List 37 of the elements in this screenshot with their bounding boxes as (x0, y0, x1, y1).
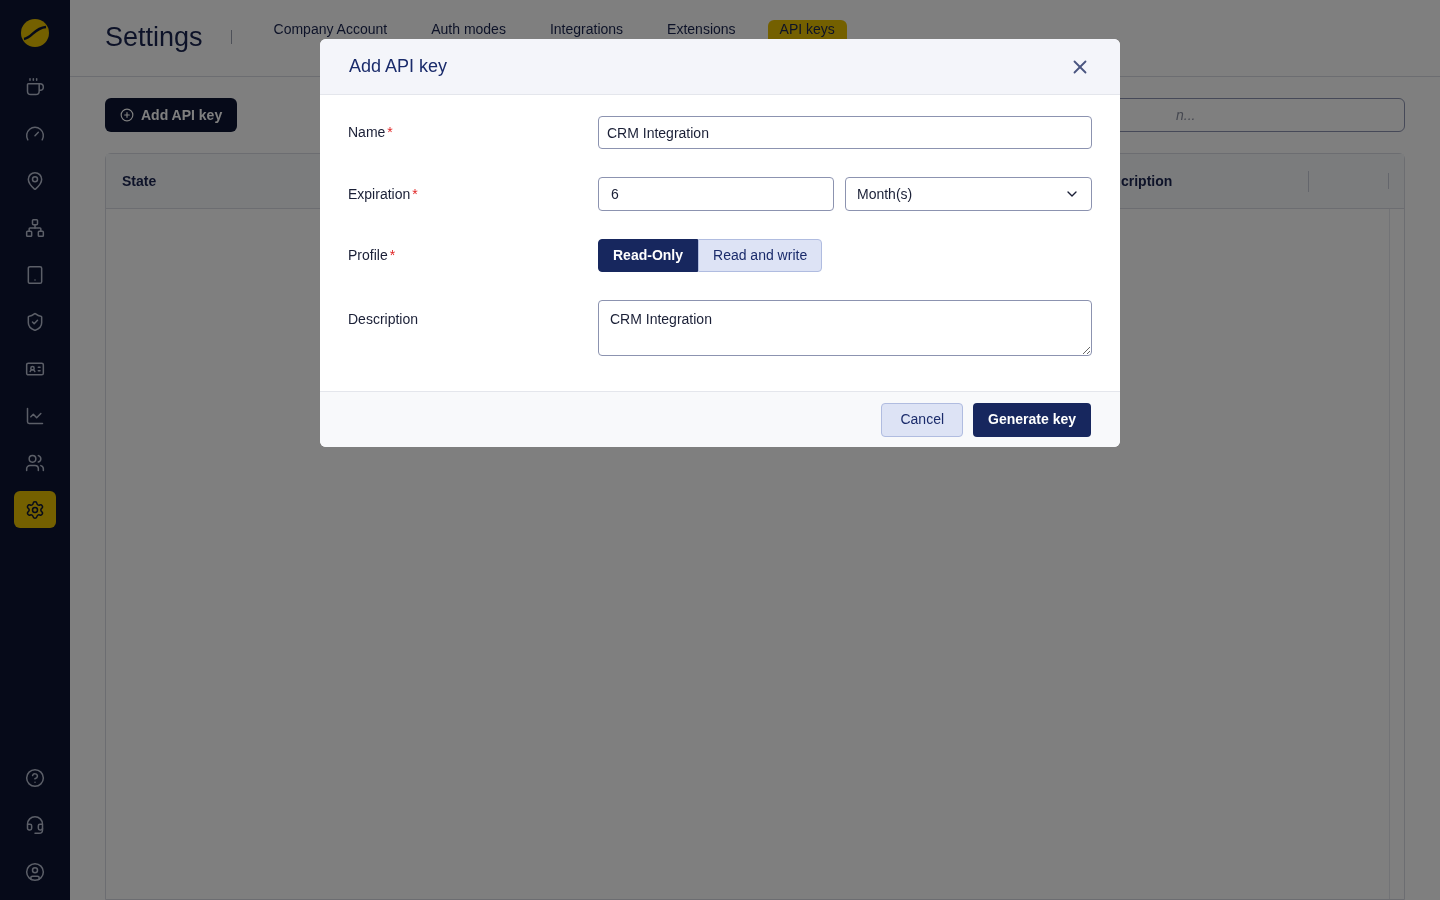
dialog-title: Add API key (349, 55, 449, 78)
network-icon (25, 217, 45, 238)
generate-key-button[interactable]: Generate key (973, 402, 1091, 437)
shield-check-icon (25, 311, 45, 332)
required-mark: * (412, 185, 418, 202)
tab[interactable]: Auth modes (419, 20, 518, 47)
field-label: Name (348, 124, 386, 140)
tab[interactable]: Company Account (261, 20, 400, 47)
plus-icon (120, 108, 134, 122)
column-header: cription (1121, 172, 1173, 189)
line-chart-icon (25, 405, 45, 426)
cancel-button[interactable]: Cancel (881, 402, 964, 437)
unit-select[interactable]: Month(s) (845, 177, 1092, 211)
field-label: Profile (348, 247, 388, 263)
logo-icon (20, 18, 50, 48)
help-icon (25, 767, 45, 788)
tab[interactable]: Integrations (537, 20, 636, 47)
field-label: Description (348, 311, 419, 327)
users-icon (25, 452, 45, 473)
map-pin-icon (25, 170, 45, 191)
profile-option[interactable]: Read and write (698, 239, 823, 272)
page-title: Settings (105, 21, 203, 54)
cup-icon (25, 76, 45, 97)
name-input[interactable]: CRM Integration (598, 116, 1092, 149)
tab[interactable]: Extensions (655, 20, 748, 47)
description-textarea[interactable]: CRM Integration (598, 300, 1092, 356)
profile-option[interactable]: Read-Only (598, 239, 698, 272)
sidebar-item[interactable] (14, 491, 56, 528)
duration-input[interactable]: 6 (598, 177, 834, 211)
user-icon (25, 861, 45, 882)
required-mark: * (389, 247, 396, 263)
required-mark: * (387, 124, 393, 140)
column-header: State (122, 172, 157, 189)
field-label: Expiration (348, 185, 411, 202)
add-api-key-button[interactable]: Add API key (105, 98, 238, 132)
settings-icon (25, 499, 45, 520)
headset-icon (25, 814, 45, 835)
